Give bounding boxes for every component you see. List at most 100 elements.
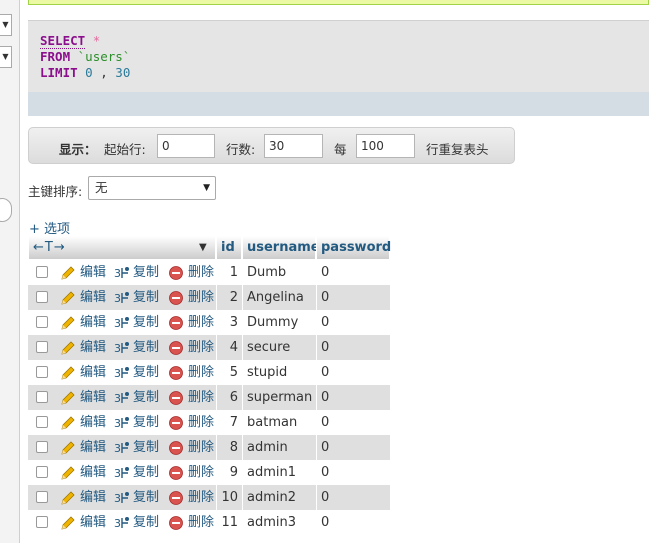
column-resize-arrows[interactable]: ←T→ ▼ — [28, 235, 216, 260]
cell-password[interactable]: 0 — [321, 385, 389, 410]
table-row[interactable]: 编辑 3 复制 删除 11 admin3 0 — [28, 510, 390, 535]
cell-username[interactable]: Angelina — [247, 285, 315, 310]
table-row[interactable]: 编辑 3 复制 删除 3 Dummy 0 — [28, 310, 390, 335]
column-header-username[interactable]: username — [242, 235, 320, 260]
cell-username[interactable]: stupid — [247, 360, 315, 385]
table-row[interactable]: 编辑 3 复制 删除 9 admin1 0 — [28, 460, 390, 485]
cell-id[interactable]: 8 — [216, 435, 238, 460]
row-checkbox[interactable] — [36, 416, 48, 428]
copy-button[interactable]: 3 复制 — [114, 460, 166, 485]
copy-button[interactable]: 3 复制 — [114, 310, 166, 335]
copy-button[interactable]: 3 复制 — [114, 285, 166, 310]
chevron-down-icon[interactable]: ▼ — [0, 14, 12, 36]
cell-id[interactable]: 9 — [216, 460, 238, 485]
delete-button[interactable]: 删除 — [168, 360, 218, 385]
cell-password[interactable]: 0 — [321, 435, 389, 460]
copy-button[interactable]: 3 复制 — [114, 510, 166, 535]
copy-button[interactable]: 3 复制 — [114, 260, 166, 285]
cell-id[interactable]: 6 — [216, 385, 238, 410]
table-row[interactable]: 编辑 3 复制 删除 5 stupid 0 — [28, 360, 390, 385]
edit-button[interactable]: 编辑 — [60, 260, 112, 285]
cell-id[interactable]: 10 — [216, 485, 238, 510]
edit-button[interactable]: 编辑 — [60, 410, 112, 435]
row-checkbox[interactable] — [36, 516, 48, 528]
copy-button[interactable]: 3 复制 — [114, 385, 166, 410]
delete-button[interactable]: 删除 — [168, 460, 218, 485]
cell-password[interactable]: 0 — [321, 260, 389, 285]
cell-username[interactable]: admin1 — [247, 460, 315, 485]
cell-id[interactable]: 3 — [216, 310, 238, 335]
edit-button[interactable]: 编辑 — [60, 335, 112, 360]
cell-password[interactable]: 0 — [321, 510, 389, 535]
copy-button[interactable]: 3 复制 — [114, 335, 166, 360]
row-checkbox[interactable] — [36, 366, 48, 378]
cell-username[interactable]: batman — [247, 410, 315, 435]
copy-button[interactable]: 3 复制 — [114, 410, 166, 435]
chevron-down-icon[interactable]: ▼ — [0, 46, 12, 68]
cell-id[interactable]: 2 — [216, 285, 238, 310]
cell-id[interactable]: 11 — [216, 510, 238, 535]
table-row[interactable]: 编辑 3 复制 删除 7 batman 0 — [28, 410, 390, 435]
table-row[interactable]: 编辑 3 复制 删除 10 admin2 0 — [28, 485, 390, 510]
cell-username[interactable]: Dummy — [247, 310, 315, 335]
cell-username[interactable]: superman — [247, 385, 315, 410]
delete-button[interactable]: 删除 — [168, 410, 218, 435]
cell-password[interactable]: 0 — [321, 335, 389, 360]
cell-id[interactable]: 7 — [216, 410, 238, 435]
row-checkbox[interactable] — [36, 491, 48, 503]
edit-button[interactable]: 编辑 — [60, 360, 112, 385]
delete-button[interactable]: 删除 — [168, 310, 218, 335]
cell-password[interactable]: 0 — [321, 460, 389, 485]
cell-id[interactable]: 4 — [216, 335, 238, 360]
navigation-panel-strip[interactable]: ▼ ▼ — [0, 0, 20, 543]
cell-username[interactable]: admin3 — [247, 510, 315, 535]
edit-button[interactable]: 编辑 — [60, 310, 112, 335]
row-checkbox[interactable] — [36, 316, 48, 328]
row-checkbox[interactable] — [36, 466, 48, 478]
column-header-password[interactable]: password — [316, 235, 391, 260]
delete-button[interactable]: 删除 — [168, 335, 218, 360]
rows-count-input[interactable] — [264, 134, 323, 158]
cell-id[interactable]: 5 — [216, 360, 238, 385]
edit-button[interactable]: 编辑 — [60, 485, 112, 510]
delete-button[interactable]: 删除 — [168, 510, 218, 535]
copy-button[interactable]: 3 复制 — [114, 435, 166, 460]
edit-button[interactable]: 编辑 — [60, 460, 112, 485]
delete-button[interactable]: 删除 — [168, 285, 218, 310]
cell-username[interactable]: admin2 — [247, 485, 315, 510]
copy-button[interactable]: 3 复制 — [114, 360, 166, 385]
delete-button[interactable]: 删除 — [168, 385, 218, 410]
table-row[interactable]: 编辑 3 复制 删除 2 Angelina 0 — [28, 285, 390, 310]
table-row[interactable]: 编辑 3 复制 删除 6 superman 0 — [28, 385, 390, 410]
delete-button[interactable]: 删除 — [168, 260, 218, 285]
copy-button[interactable]: 3 复制 — [114, 485, 166, 510]
cell-password[interactable]: 0 — [321, 410, 389, 435]
panel-toggle-handle[interactable] — [0, 198, 12, 222]
row-checkbox[interactable] — [36, 341, 48, 353]
table-row[interactable]: 编辑 3 复制 删除 1 Dumb 0 — [28, 260, 390, 285]
edit-button[interactable]: 编辑 — [60, 435, 112, 460]
cell-password[interactable]: 0 — [321, 485, 389, 510]
row-checkbox[interactable] — [36, 441, 48, 453]
cell-username[interactable]: secure — [247, 335, 315, 360]
row-checkbox[interactable] — [36, 291, 48, 303]
cell-username[interactable]: admin — [247, 435, 315, 460]
sql-keyword[interactable]: SELECT — [40, 33, 86, 49]
table-row[interactable]: 编辑 3 复制 删除 4 secure 0 — [28, 335, 390, 360]
table-row[interactable]: 编辑 3 复制 删除 8 admin 0 — [28, 435, 390, 460]
edit-button[interactable]: 编辑 — [60, 285, 112, 310]
edit-button[interactable]: 编辑 — [60, 385, 112, 410]
edit-button[interactable]: 编辑 — [60, 510, 112, 535]
sort-by-key-select[interactable]: 无 ▼ — [88, 176, 216, 200]
cell-username[interactable]: Dumb — [247, 260, 315, 285]
start-row-input[interactable] — [157, 134, 215, 158]
cell-id[interactable]: 1 — [216, 260, 238, 285]
cell-password[interactable]: 0 — [321, 310, 389, 335]
delete-button[interactable]: 删除 — [168, 435, 218, 460]
cell-password[interactable]: 0 — [321, 360, 389, 385]
delete-button[interactable]: 删除 — [168, 485, 218, 510]
column-header-id[interactable]: id — [216, 235, 242, 260]
row-checkbox[interactable] — [36, 391, 48, 403]
cell-password[interactable]: 0 — [321, 285, 389, 310]
sort-caret-icon[interactable]: ▼ — [199, 236, 207, 259]
